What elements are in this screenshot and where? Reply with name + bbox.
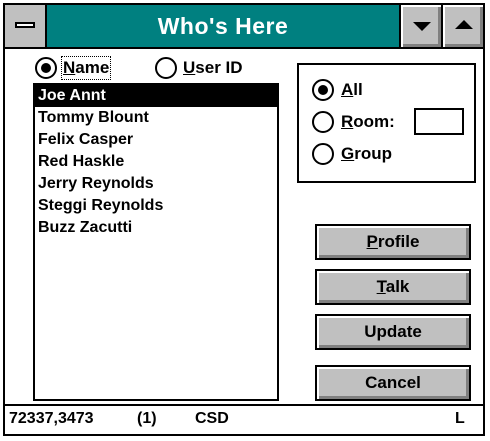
user-list-item[interactable]: Steggi Reynolds [35,195,277,217]
status-user-number: 72337,3473 [9,410,94,427]
sort-name-label[interactable]: Name [60,56,112,80]
sort-userid-label[interactable]: User ID [183,58,243,78]
whos-here-window: Who's Here Name User ID Joe Annt Tommy Bl… [3,3,485,436]
minimize-arrow-icon [413,22,431,31]
sort-userid-radio[interactable] [155,57,177,79]
talk-button[interactable]: Talk [315,269,471,305]
sort-name-rest: ame [75,58,110,77]
profile-button[interactable]: Profile [315,224,471,260]
scope-all-rest: ll [353,80,363,99]
status-service: CSD [195,410,229,427]
room-input[interactable] [414,108,464,135]
scope-group-radio[interactable] [312,143,334,165]
sort-userid-mnemonic: U [183,58,196,77]
profile-mnemonic: P [366,232,378,251]
scope-group-box: All Room: Group [297,63,476,183]
status-flag: L [455,410,465,427]
minimize-button[interactable] [399,5,441,47]
status-count: (1) [137,410,157,427]
scope-all-mnemonic: A [341,80,354,99]
user-list-item[interactable]: Red Haskle [35,151,277,173]
profile-rest: rofile [377,232,420,251]
user-list-item[interactable]: Tommy Blount [35,107,277,129]
sort-name-mnemonic: N [63,58,76,77]
scope-all-label[interactable]: All [341,80,363,100]
window-title: Who's Here [157,13,289,39]
sort-name-radio[interactable] [35,57,57,79]
user-list-item[interactable]: Buzz Zacutti [35,217,277,239]
cancel-button[interactable]: Cancel [315,365,471,401]
scope-room-label[interactable]: Room: [341,112,395,132]
scope-group-label[interactable]: Group [341,144,392,164]
maximize-arrow-icon [455,20,473,29]
title-bar[interactable]: Who's Here [5,5,483,49]
user-list-item[interactable]: Joe Annt [35,85,277,107]
scope-group-mnemonic: G [341,144,355,163]
system-menu-icon[interactable] [5,5,47,47]
maximize-button[interactable] [441,5,483,47]
scope-room-radio[interactable] [312,111,334,133]
user-list[interactable]: Joe Annt Tommy Blount Felix Casper Red Hask… [33,83,279,401]
scope-all-radio[interactable] [312,79,334,101]
scope-room-rest: oom: [353,112,395,131]
sort-userid-rest: ser ID [195,58,243,77]
talk-rest: alk [385,277,410,296]
scope-room-mnemonic: R [341,112,354,131]
user-list-item[interactable]: Felix Casper [35,129,277,151]
update-button[interactable]: Update [315,314,471,350]
scope-group-rest: roup [354,144,393,163]
talk-mnemonic: T [376,277,386,296]
status-bar: 72337,3473 (1) CSD L [5,404,483,434]
system-menu-bar [15,22,35,28]
user-list-item[interactable]: Jerry Reynolds [35,173,277,195]
